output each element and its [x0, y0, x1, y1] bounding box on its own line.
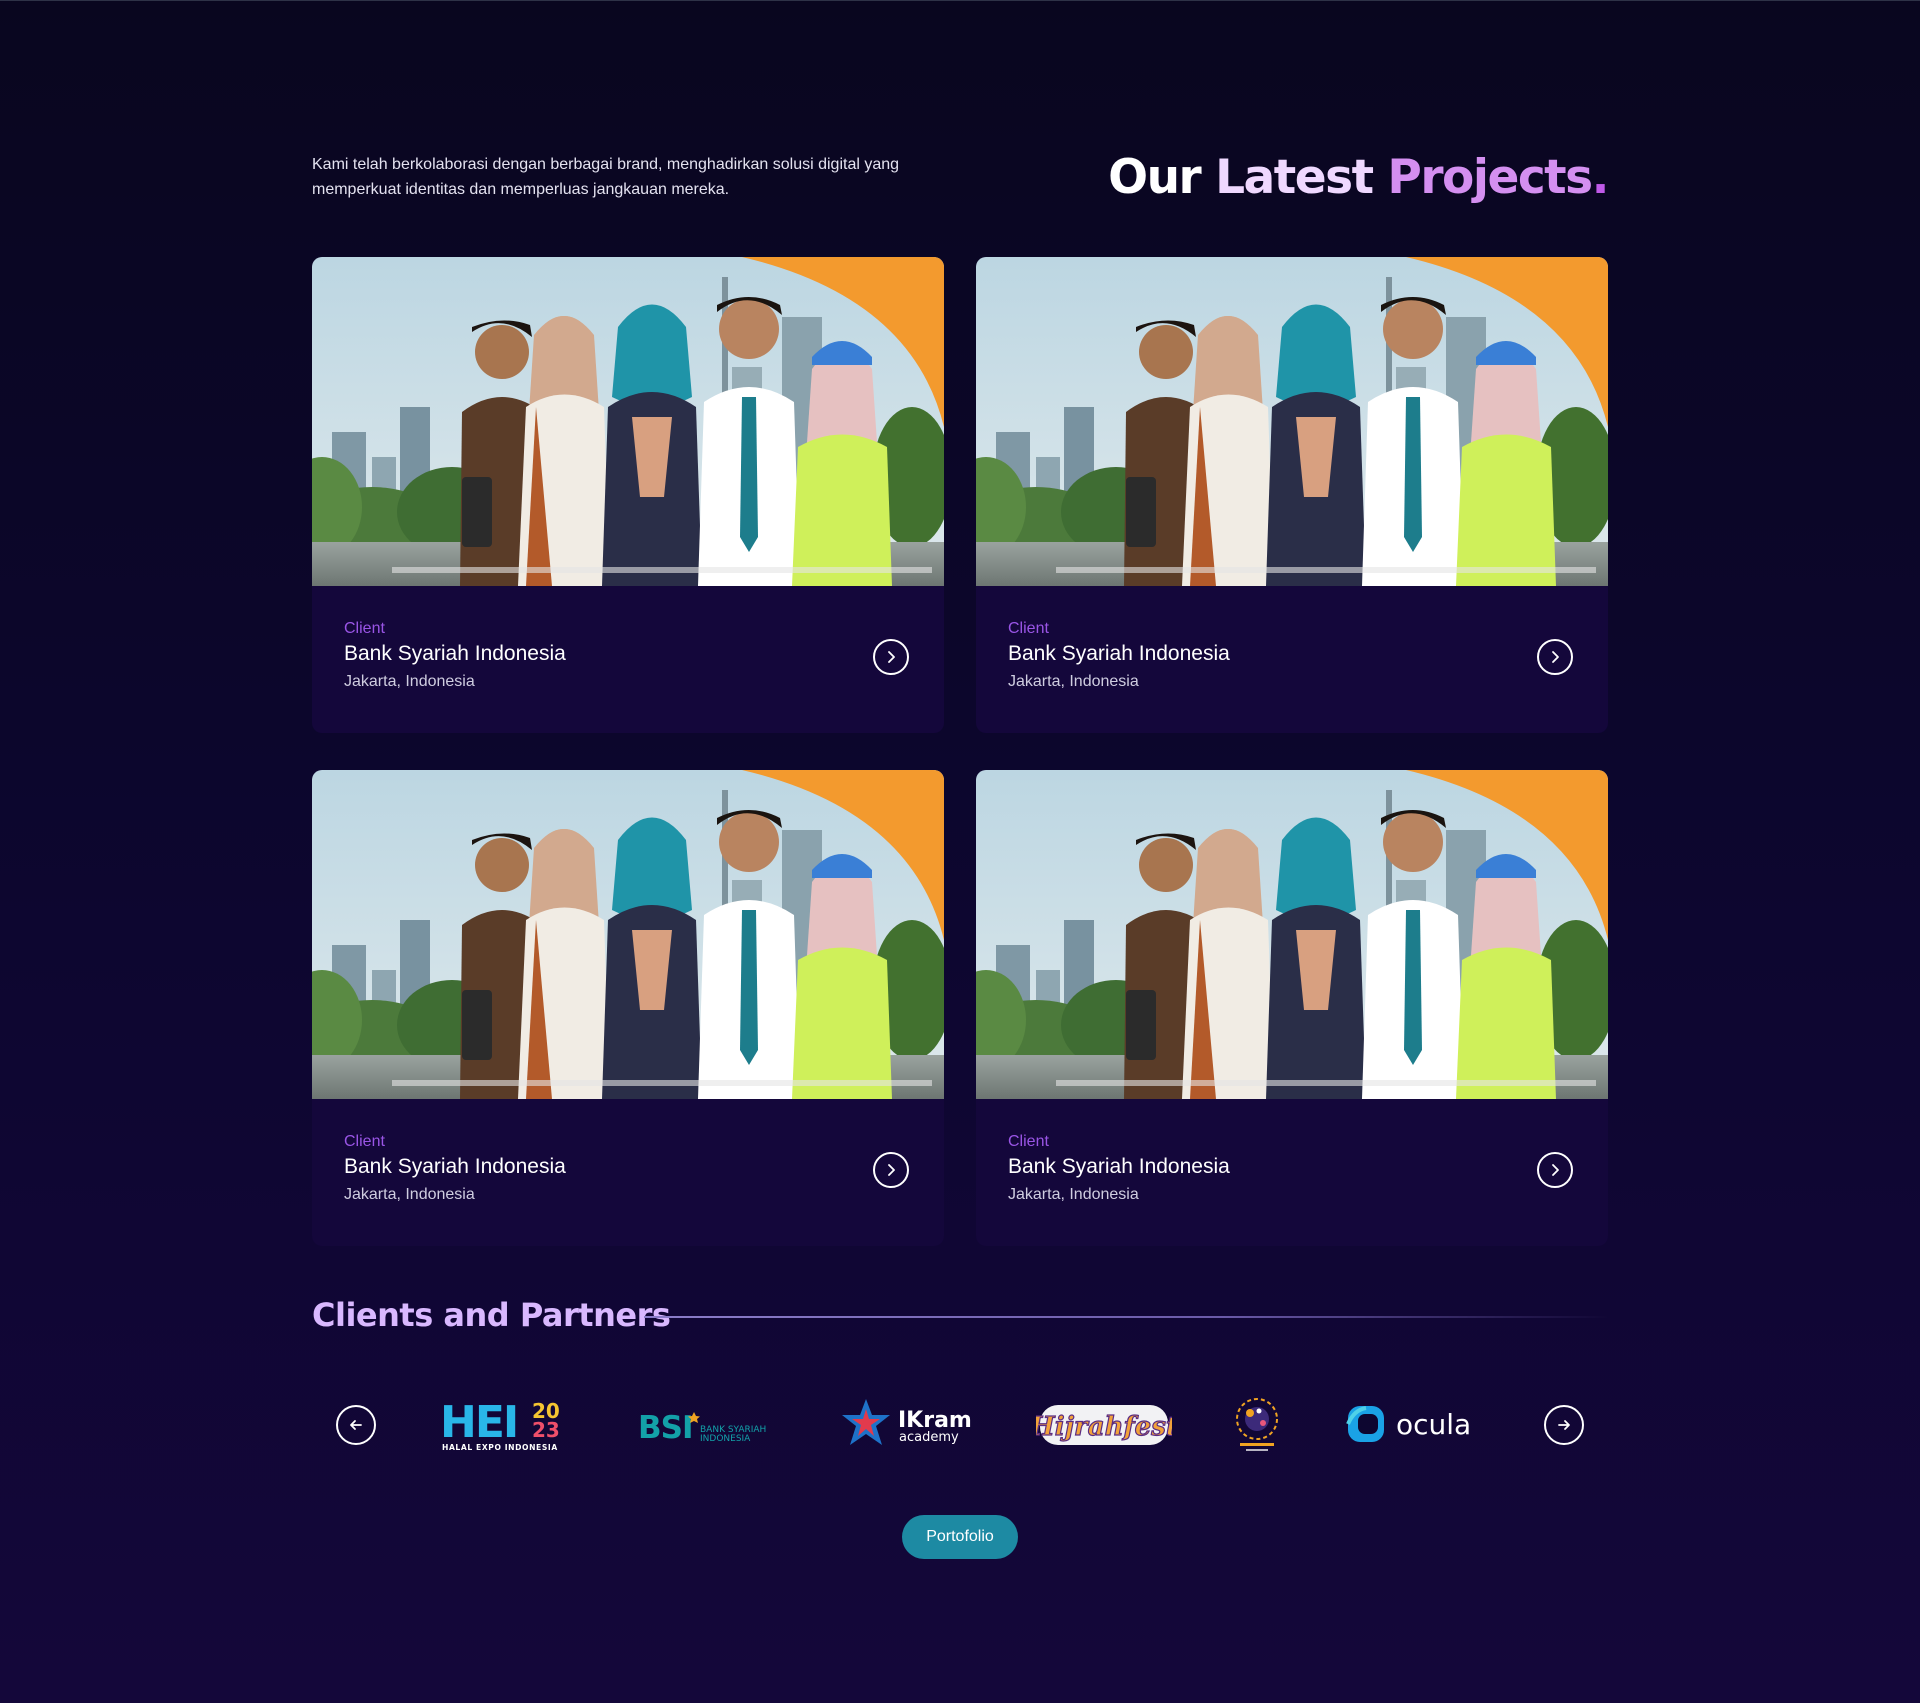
client-label: Client [344, 620, 385, 637]
ocula-logo-text: ocula [1396, 1408, 1471, 1441]
hei-logo-main: HEI [440, 1397, 517, 1448]
project-card[interactable]: Client Bank Syariah Indonesia Jakarta, I… [976, 257, 1608, 733]
bsi-logo-sub-2: INDONESIA [700, 1434, 751, 1444]
partners-next-button[interactable] [1544, 1405, 1584, 1445]
intro-text: Kami telah berkolaborasi dengan berbagai… [312, 156, 900, 198]
client-location: Jakarta, Indonesia [344, 1186, 475, 1203]
title-word-latest: Latest [1215, 150, 1374, 205]
ikram-logo-sub: academy [899, 1430, 959, 1445]
project-image [312, 770, 944, 1099]
project-card[interactable]: Client Bank Syariah Indonesia Jakarta, I… [312, 257, 944, 733]
client-location: Jakarta, Indonesia [1008, 673, 1139, 690]
open-project-button[interactable] [1537, 1152, 1573, 1188]
hijrahfest-logo-text: Hijrahfest [1036, 1412, 1172, 1442]
client-location: Jakarta, Indonesia [1008, 1186, 1139, 1203]
client-label: Client [1008, 1133, 1049, 1150]
open-project-button[interactable] [1537, 639, 1573, 675]
client-location: Jakarta, Indonesia [344, 673, 475, 690]
project-image [312, 257, 944, 586]
hei-2023-logo: HEI 20 23 HALAL EXPO INDONESIA [440, 1395, 574, 1455]
client-name: Bank Syariah Indonesia [1008, 1155, 1230, 1178]
chevron-right-icon [1552, 1164, 1559, 1176]
project-image [976, 257, 1608, 586]
title-dot: . [1591, 150, 1610, 205]
client-label: Client [1008, 620, 1049, 637]
chevron-right-icon [1552, 651, 1559, 663]
open-project-button[interactable] [873, 1152, 909, 1188]
section-header: Kami telah berkolaborasi dengan berbagai… [312, 150, 1610, 220]
chevron-right-icon [888, 651, 895, 663]
open-project-button[interactable] [873, 639, 909, 675]
client-label: Client [344, 1133, 385, 1150]
project-info: Client Bank Syariah Indonesia Jakarta, I… [1008, 619, 1230, 693]
chevron-right-icon [888, 1164, 895, 1176]
section-title: Our Latest Projects. [1108, 150, 1610, 206]
top-divider [0, 0, 1920, 1]
client-name: Bank Syariah Indonesia [344, 642, 566, 665]
title-word-projects: Projects [1387, 150, 1593, 205]
ocula-logo: ocula [1344, 1395, 1480, 1455]
project-image [976, 770, 1608, 1099]
bsi-logo-main: BSI [638, 1410, 693, 1446]
partners-title: Clients and Partners [312, 1296, 671, 1334]
project-card[interactable]: Client Bank Syariah Indonesia Jakarta, I… [976, 770, 1608, 1246]
client-name: Bank Syariah Indonesia [1008, 642, 1230, 665]
hei-logo-year-bottom: 23 [532, 1418, 560, 1442]
partners-prev-button[interactable] [336, 1405, 376, 1445]
project-info: Client Bank Syariah Indonesia Jakarta, I… [344, 619, 566, 693]
circular-badge-logo [1232, 1395, 1282, 1455]
arrow-right-icon [1558, 1420, 1570, 1430]
partners-divider [644, 1316, 1608, 1318]
project-info: Client Bank Syariah Indonesia Jakarta, I… [1008, 1132, 1230, 1206]
project-card[interactable]: Client Bank Syariah Indonesia Jakarta, I… [312, 770, 944, 1246]
bsi-logo: BSI BANK SYARIAH INDONESIA [638, 1395, 776, 1455]
ikram-academy-logo: IKram academy [838, 1395, 974, 1455]
title-word-our: Our [1108, 150, 1202, 205]
hijrahfest-logo: Hijrahfest [1036, 1395, 1172, 1455]
client-name: Bank Syariah Indonesia [344, 1155, 566, 1178]
arrow-left-icon [350, 1420, 362, 1430]
hei-logo-sub: HALAL EXPO INDONESIA [442, 1443, 558, 1452]
project-info: Client Bank Syariah Indonesia Jakarta, I… [344, 1132, 566, 1206]
portfolio-button[interactable]: Portofolio [902, 1515, 1018, 1559]
